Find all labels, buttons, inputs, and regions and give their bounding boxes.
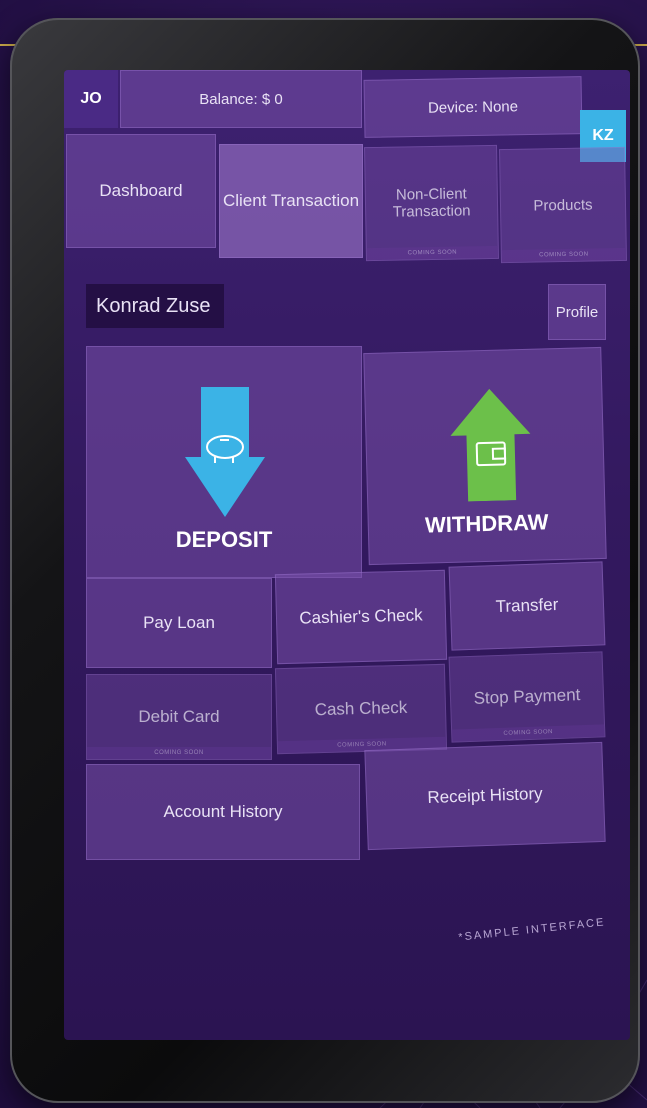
transfer-label: Transfer [495,594,559,617]
arrow-down-icon [185,387,265,517]
pay-loan-label: Pay Loan [143,613,215,632]
cash-check-button[interactable]: Cash Check COMING SOON [274,663,448,755]
profile-button-label: Profile [555,303,599,321]
deposit-label: DEPOSIT [175,527,273,552]
deposit-button[interactable]: DEPOSIT [86,346,362,578]
tab-client-transaction[interactable]: Client Transaction [219,144,363,258]
transfer-button[interactable]: Transfer [448,561,606,651]
profile-button[interactable]: Profile [548,284,606,340]
tab-non-client-transaction[interactable]: Non-Client Transaction COMING SOON [364,144,499,262]
cash-check-label: Cash Check [314,697,408,720]
app-screen: JO Balance: $ 0 Device: None KZ Dashboar… [64,70,630,1040]
tab-non-client-label: Non-Client Transaction [392,185,471,221]
withdraw-label: WITHDRAW [424,509,549,538]
arrow-up-icon [450,388,531,502]
coming-soon-badge: COMING SOON [87,747,271,759]
coming-soon-badge: COMING SOON [501,247,626,263]
withdraw-button[interactable]: WITHDRAW [363,346,607,566]
stop-payment-button[interactable]: Stop Payment COMING SOON [448,651,606,743]
debit-card-label: Debit Card [138,707,220,726]
user-avatar[interactable]: JO [64,70,118,128]
account-history-button[interactable]: Account History [86,764,360,860]
device-text: Device: None [427,97,519,117]
user-initials: JO [80,90,102,107]
account-history-label: Account History [163,802,283,821]
balance-text: Balance: $ 0 [199,90,283,108]
client-initials: KZ [592,127,614,144]
debit-card-button[interactable]: Debit Card COMING SOON [86,674,272,760]
tab-dashboard-label: Dashboard [99,181,183,200]
stop-payment-label: Stop Payment [473,685,581,708]
receipt-history-button[interactable]: Receipt History [364,741,606,851]
receipt-history-label: Receipt History [427,783,543,808]
pay-loan-button[interactable]: Pay Loan [86,578,272,668]
tab-products-label: Products [533,195,593,215]
client-name: Konrad Zuse [96,294,211,317]
cashiers-check-button[interactable]: Cashier's Check [274,569,448,665]
tab-client-transaction-label: Client Transaction [222,191,360,210]
tab-products[interactable]: Products COMING SOON [499,146,627,264]
tab-dashboard[interactable]: Dashboard [66,134,216,248]
cashiers-check-label: Cashier's Check [299,605,423,628]
client-name-field: Konrad Zuse [86,284,224,328]
coming-soon-badge: COMING SOON [366,245,498,261]
coming-soon-badge: COMING SOON [452,724,605,742]
device-display: Device: None [363,76,583,138]
sample-interface-watermark: *SAMPLE INTERFACE [458,916,607,944]
balance-display: Balance: $ 0 [120,70,362,128]
